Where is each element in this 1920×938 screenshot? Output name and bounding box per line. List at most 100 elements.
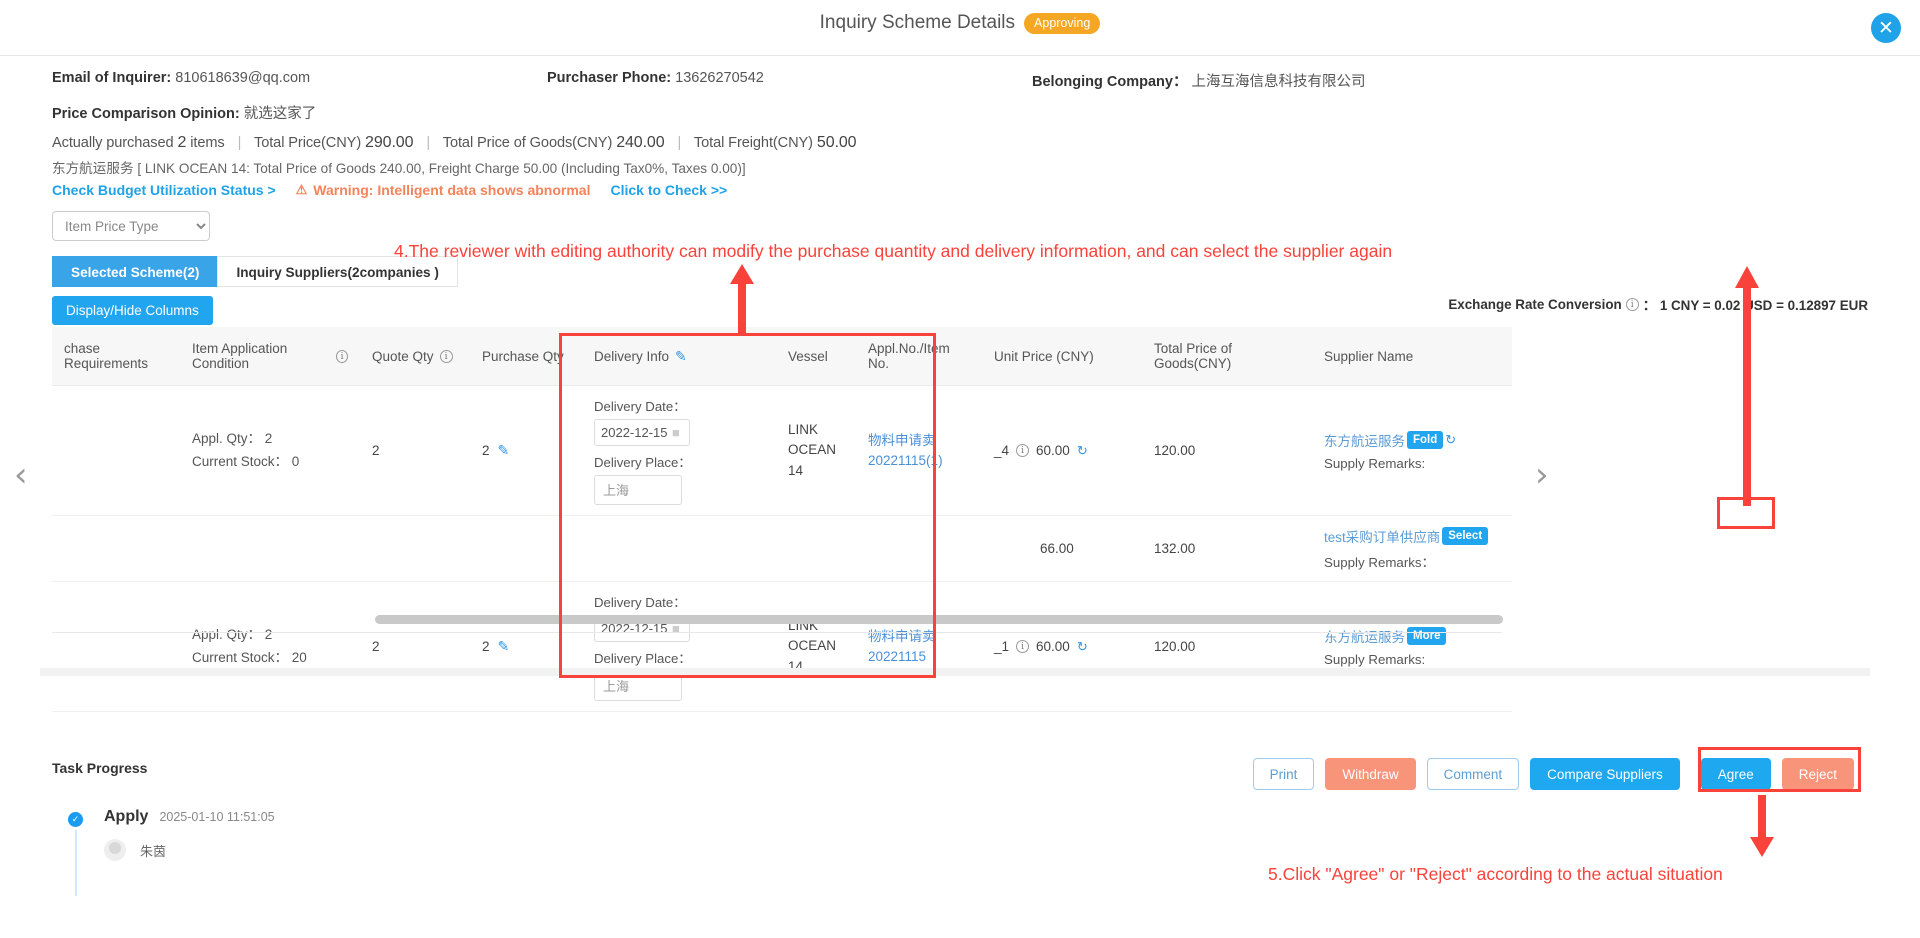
timeline-entry: Apply 2025-01-10 11:51:05 朱茵 — [104, 808, 275, 861]
task-progress-title: Task Progress — [52, 760, 148, 776]
check-budget-link[interactable]: Check Budget Utilization Status > — [52, 182, 276, 198]
unit-price-value: 60.00 — [1036, 443, 1070, 458]
cell-delivery-info: Delivery Date： ■ Delivery Place： — [582, 581, 776, 712]
edit-pencil-icon[interactable]: ✎ — [498, 442, 510, 459]
compare-suppliers-button[interactable]: Compare Suppliers — [1530, 758, 1680, 790]
cell-quote-qty: 2 — [360, 385, 470, 516]
goods-value: 240.00 — [616, 134, 665, 151]
opinion-label: Price Comparison Opinion: — [52, 106, 240, 122]
delivery-place-input[interactable] — [594, 475, 682, 505]
avatar — [104, 839, 126, 861]
stock-label: Current Stock： — [192, 649, 289, 665]
supplier-name-link[interactable]: test采购订单供应商 — [1324, 526, 1440, 546]
supplier-fold-chip[interactable]: Fold — [1407, 430, 1444, 450]
annotation-arrow-down — [1750, 795, 1774, 857]
item-price-type-select[interactable]: Item Price Type — [52, 211, 210, 241]
next-arrow-icon[interactable]: › — [1535, 455, 1549, 495]
click-to-check-link[interactable]: Click to Check >> — [610, 182, 727, 198]
info-row-opinion: Price Comparison Opinion: 就选这家了 — [52, 102, 1868, 123]
freight-label: Total Freight(CNY) — [693, 135, 813, 151]
info-icon[interactable]: i — [1016, 640, 1030, 653]
cell-unit-price: _4 i 60.00 ↻ — [982, 385, 1142, 516]
reject-button[interactable]: Reject — [1781, 758, 1854, 790]
phone-field-group: Purchaser Phone: 13626270542 — [547, 70, 1032, 91]
table-row: Appl. Qty： 2 Current Stock： 0 2 2 ✎ Deli… — [52, 385, 1512, 516]
delivery-place-label: Delivery Place： — [594, 651, 692, 666]
info-icon[interactable]: i — [1016, 444, 1030, 457]
appl-no-link[interactable]: 物料申请卖20221115 — [868, 629, 936, 664]
cell-requirements — [52, 581, 180, 712]
cell-condition: Appl. Qty： 2 Current Stock： 0 — [180, 385, 360, 516]
total-price-label: Total Price(CNY) — [254, 135, 362, 151]
section-divider — [40, 668, 1870, 676]
appl-no-link[interactable]: 物料申请卖20221115(1) — [868, 433, 943, 468]
totals-line: Actually purchased 2 items | Total Price… — [52, 134, 1868, 152]
withdraw-button[interactable]: Withdraw — [1325, 758, 1416, 790]
info-icon[interactable]: i — [336, 349, 348, 363]
cell-condition — [180, 515, 360, 582]
col-delivery-info: Delivery Info ✎ — [582, 327, 776, 386]
cell-purchase-qty: 2 ✎ — [470, 385, 582, 516]
table-row: 66.00 132.00 test采购订单供应商 Select Supply R… — [52, 515, 1512, 582]
delivery-date-input[interactable] — [594, 419, 690, 446]
cell-vessel: LINK OCEAN 14 — [776, 385, 856, 516]
col-supplier-name: Supplier Name — [1312, 327, 1512, 386]
comment-button[interactable]: Comment — [1426, 758, 1520, 790]
edit-pencil-icon[interactable]: ✎ — [675, 348, 687, 365]
exchange-rate-label: Exchange Rate Conversion — [1448, 296, 1622, 312]
close-icon[interactable]: ✕ — [1871, 13, 1901, 43]
opinion-group: Price Comparison Opinion: 就选这家了 — [52, 102, 316, 123]
supply-remarks-label: Supply Remarks: — [1324, 652, 1426, 667]
info-icon[interactable]: i — [1625, 297, 1639, 311]
col-delivery-info-label: Delivery Info — [594, 348, 670, 364]
total-price-value: 290.00 — [365, 134, 414, 151]
exchange-rate-value: ： 1 CNY = 0.02 USD = 0.12897 EUR — [1642, 298, 1868, 313]
col-appl-no: Appl.No./Item No. — [856, 327, 982, 386]
supply-remarks-label: Supply Remarks: — [1324, 456, 1426, 471]
timeline-line — [75, 830, 77, 896]
cell-unit-price: _1 i 60.00 ↻ — [982, 581, 1142, 712]
cell-vessel: LINK OCEAN 14 — [776, 581, 856, 712]
company-label: Belonging Company： — [1032, 74, 1188, 90]
delivery-date-label: Delivery Date： — [594, 595, 687, 610]
display-hide-columns-button[interactable]: Display/Hide Columns — [52, 296, 213, 325]
edit-pencil-icon[interactable]: ✎ — [498, 638, 510, 655]
cell-total-goods: 120.00 — [1142, 581, 1312, 712]
history-icon[interactable]: ↻ — [1077, 443, 1088, 459]
agree-button[interactable]: Agree — [1700, 758, 1771, 790]
print-button[interactable]: Print — [1252, 758, 1315, 790]
cell-supplier: 东方航运服务 Fold ↻ Supply Remarks: — [1312, 385, 1512, 516]
prev-arrow-icon[interactable]: ‹ — [14, 455, 28, 495]
tab-selected-scheme[interactable]: Selected Scheme(2) — [52, 256, 218, 287]
history-icon[interactable]: ↻ — [1445, 432, 1456, 448]
history-icon[interactable]: ↻ — [1077, 639, 1088, 655]
links-line: Check Budget Utilization Status > ⚠ Warn… — [52, 182, 1868, 198]
col-item-application-condition-label: Item Application Condition — [192, 341, 288, 371]
supplier-select-chip[interactable]: Select — [1442, 526, 1489, 546]
cell-unit-price: 66.00 — [982, 515, 1142, 582]
col-quote-qty: Quote Qty i — [360, 327, 470, 386]
stock-value: 20 — [291, 649, 307, 665]
cell-quote-qty: 2 — [360, 581, 470, 712]
phone-value: 13626270542 — [675, 70, 764, 86]
cell-appl-no: 物料申请卖20221115 — [856, 581, 982, 712]
highlight-box-select — [1717, 497, 1775, 529]
col-item-application-condition: Item Application Condition i — [180, 327, 360, 386]
unit-price-value: 66.00 — [1040, 541, 1074, 556]
inquiry-scheme-details-modal: Inquiry Scheme Details Approving ✕ Email… — [0, 0, 1920, 938]
horizontal-scrollbar[interactable] — [375, 615, 1503, 624]
supplier-more-chip[interactable]: More — [1407, 626, 1447, 646]
supplier-name-link[interactable]: 东方航运服务 — [1324, 626, 1405, 646]
annotation-step-4: 4.The reviewer with editing authority ca… — [394, 241, 1393, 261]
supplier-name-link[interactable]: 东方航运服务 — [1324, 430, 1405, 450]
divider: | — [426, 135, 431, 151]
divider — [52, 632, 1502, 633]
goods-label: Total Price of Goods(CNY) — [442, 135, 613, 151]
info-icon[interactable]: i — [439, 349, 453, 363]
company-field-group: Belonging Company： 上海互海信息科技有限公司 — [1032, 70, 1868, 91]
action-button-bar: Print Withdraw Comment Compare Suppliers… — [1252, 752, 1864, 796]
company-value: 上海互海信息科技有限公司 — [1191, 74, 1366, 90]
email-field-group: Email of Inquirer: 810618639@qq.com — [52, 70, 547, 91]
cell-supplier: 东方航运服务 More Supply Remarks: — [1312, 581, 1512, 712]
cell-total-goods: 132.00 — [1142, 515, 1312, 582]
